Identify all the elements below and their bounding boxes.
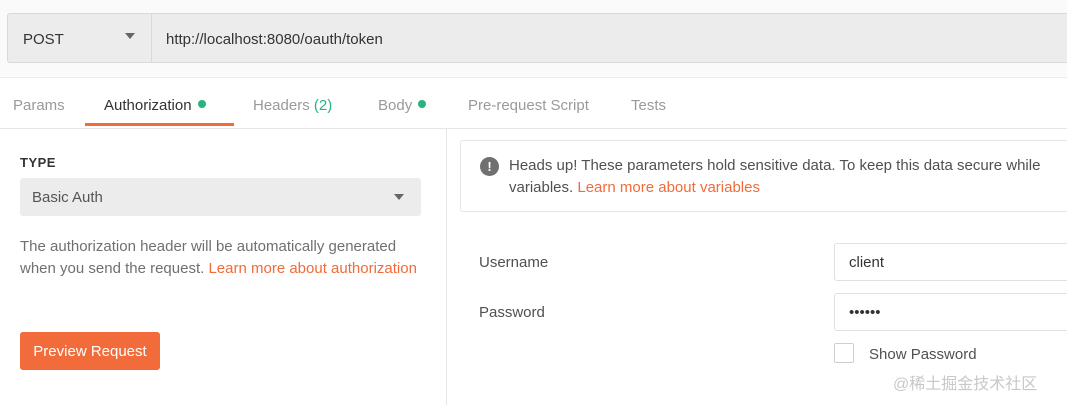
notice-message-2: variables.	[509, 179, 574, 196]
tab-pre-request-label: Pre-request Script	[468, 97, 589, 114]
tab-headers[interactable]: Headers (2)	[253, 97, 332, 114]
active-tab-underline	[85, 123, 234, 126]
tab-params-label: Params	[13, 97, 65, 114]
show-password-checkbox[interactable]	[834, 343, 854, 363]
method-label: POST	[23, 31, 64, 48]
username-field[interactable]: client	[834, 243, 1067, 281]
tab-tests[interactable]: Tests	[631, 97, 666, 114]
tab-body-label: Body	[378, 97, 413, 114]
request-tabs: Params Authorization Headers (2) Body Pr…	[0, 78, 1067, 129]
tab-authorization-label: Authorization	[104, 97, 192, 114]
sensitive-data-notice: ! Heads up! These parameters hold sensit…	[460, 140, 1067, 212]
username-label: Username	[479, 254, 549, 271]
tab-authorization[interactable]: Authorization	[104, 97, 206, 114]
tab-params[interactable]: Params	[13, 97, 65, 114]
learn-more-variables-link[interactable]: Learn more about variables	[577, 179, 760, 196]
tab-pre-request-script[interactable]: Pre-request Script	[468, 97, 589, 114]
password-field[interactable]: ••••••	[834, 293, 1067, 331]
auth-type-pane: TYPE Basic Auth The authorization header…	[0, 129, 447, 405]
show-password-label: Show Password	[869, 346, 977, 363]
username-value: client	[849, 254, 885, 271]
auth-type-select[interactable]: Basic Auth	[20, 178, 421, 216]
tab-body[interactable]: Body	[378, 97, 427, 114]
notice-message: Heads up! These parameters hold sensitiv…	[509, 157, 1041, 174]
auth-fields-pane: ! Heads up! These parameters hold sensit…	[447, 129, 1067, 405]
watermark: @稀土掘金技术社区	[893, 376, 1038, 393]
password-label: Password	[479, 304, 545, 321]
notice-text: Heads up! These parameters hold sensitiv…	[509, 155, 1067, 199]
caret-down-icon	[394, 194, 404, 200]
preview-request-button[interactable]: Preview Request	[20, 332, 160, 370]
tab-tests-label: Tests	[631, 97, 667, 114]
body-indicator-dot	[418, 100, 427, 108]
password-value: ••••••	[849, 304, 881, 321]
caret-down-icon	[125, 33, 135, 39]
learn-more-authorization-link[interactable]: Learn more about authorization	[208, 260, 416, 277]
type-label: TYPE	[20, 155, 56, 170]
request-bar: POST http://localhost:8080/oauth/token	[0, 0, 1067, 78]
auth-description: The authorization header will be automat…	[20, 236, 430, 280]
auth-type-value: Basic Auth	[32, 189, 103, 206]
url-value: http://localhost:8080/oauth/token	[166, 31, 383, 48]
active-indicator-dot	[197, 100, 206, 108]
method-dropdown[interactable]: POST	[7, 13, 152, 63]
headers-count: (2)	[313, 97, 333, 114]
exclamation-icon: !	[480, 157, 499, 176]
url-input[interactable]: http://localhost:8080/oauth/token	[152, 13, 1067, 63]
tab-headers-label: Headers	[253, 97, 310, 114]
